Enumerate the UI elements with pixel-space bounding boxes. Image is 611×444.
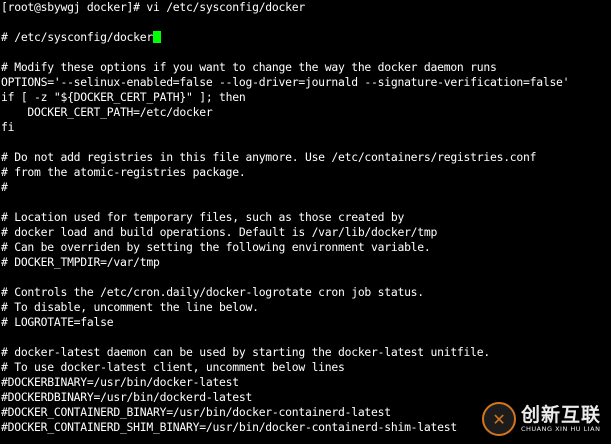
terminal-line: # To use docker-latest client, uncomment… <box>1 360 345 374</box>
watermark-subtitle: CHUANG XIN HU LIAN <box>520 425 601 433</box>
brand-logo-icon: ✕ <box>481 402 516 436</box>
terminal-line: #DOCKER_CONTAINERD_SHIM_BINARY=/usr/bin/… <box>1 420 457 434</box>
watermark-text: 创新互联 CHUANG XIN HU LIAN <box>521 405 601 433</box>
terminal-line: fi <box>1 120 15 134</box>
terminal-line: # Location used for temporary files, suc… <box>1 210 405 224</box>
terminal-line-text: # /etc/sysconfig/docker <box>1 30 153 44</box>
watermark: ✕ 创新互联 CHUANG XIN HU LIAN <box>481 402 601 436</box>
terminal-line: # docker load and build operations. Defa… <box>1 225 438 239</box>
terminal-line: #DOCKER_CONTAINERD_BINARY=/usr/bin/docke… <box>1 405 391 419</box>
terminal-line: # Do not add registries in this file any… <box>1 150 537 164</box>
terminal-line: DOCKER_CERT_PATH=/etc/docker <box>1 105 213 119</box>
terminal-line: # To disable, uncomment the line below. <box>1 300 259 314</box>
terminal-line-cursor-row: # /etc/sysconfig/docker <box>1 30 161 45</box>
watermark-name: 创新互联 <box>520 404 601 426</box>
terminal-line: # Controls the /etc/cron.daily/docker-lo… <box>1 285 424 299</box>
terminal-line: # DOCKER_TMPDIR=/var/tmp <box>1 255 160 269</box>
terminal-line: #DOCKERBINARY=/usr/bin/docker-latest <box>1 375 239 389</box>
terminal-line: OPTIONS='--selinux-enabled=false --log-d… <box>1 75 570 89</box>
terminal-line: # <box>1 180 8 194</box>
terminal-line: #DOCKERDBINARY=/usr/bin/dockerd-latest <box>1 390 253 404</box>
terminal-line: # Can be overriden by setting the follow… <box>1 240 431 254</box>
terminal-prompt-line: [root@sbywgj docker]# vi /etc/sysconfig/… <box>1 0 305 14</box>
terminal-window[interactable]: [root@sbywgj docker]# vi /etc/sysconfig/… <box>0 0 611 444</box>
terminal-line: # Modify these options if you want to ch… <box>1 60 497 74</box>
terminal-line: # docker-latest daemon can be used by st… <box>1 345 490 359</box>
terminal-line: if [ -z "${DOCKER_CERT_PATH}" ]; then <box>1 90 246 104</box>
text-cursor <box>152 31 161 43</box>
terminal-line: # from the atomic-registries package. <box>1 165 246 179</box>
terminal-line: # LOGROTATE=false <box>1 315 114 329</box>
